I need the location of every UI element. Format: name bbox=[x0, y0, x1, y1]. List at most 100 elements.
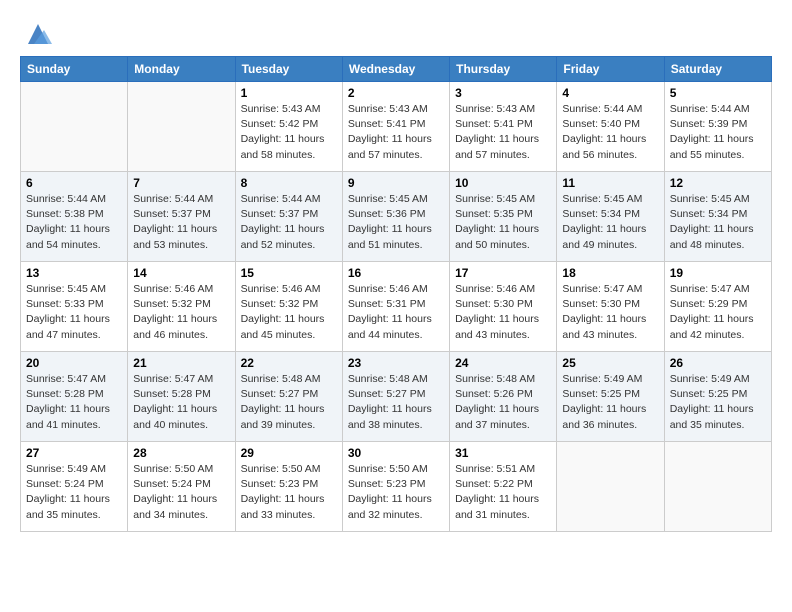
day-info: Sunrise: 5:48 AMSunset: 5:27 PMDaylight:… bbox=[241, 372, 337, 433]
day-number: 29 bbox=[241, 446, 337, 460]
calendar-cell: 25 Sunrise: 5:49 AMSunset: 5:25 PMDayligh… bbox=[557, 352, 664, 442]
calendar-cell: 9 Sunrise: 5:45 AMSunset: 5:36 PMDaylight… bbox=[342, 172, 449, 262]
calendar-cell: 23Sunrise: 5:48 AMSunset: 5:27 PMDayligh… bbox=[342, 352, 449, 442]
calendar-cell: 24 Sunrise: 5:48 AMSunset: 5:26 PMDayligh… bbox=[450, 352, 557, 442]
day-header-thursday: Thursday bbox=[450, 57, 557, 82]
calendar-cell bbox=[21, 82, 128, 172]
day-number: 21 bbox=[133, 356, 229, 370]
calendar-week-4: 20 Sunrise: 5:47 AMSunset: 5:28 PMDayligh… bbox=[21, 352, 772, 442]
day-number: 6 bbox=[26, 176, 122, 190]
day-info: Sunrise: 5:50 AMSunset: 5:23 PMDaylight:… bbox=[241, 462, 337, 523]
day-info: Sunrise: 5:45 AMSunset: 5:34 PMDaylight:… bbox=[670, 192, 766, 253]
day-info: Sunrise: 5:45 AMSunset: 5:36 PMDaylight:… bbox=[348, 192, 444, 253]
day-number: 26 bbox=[670, 356, 766, 370]
day-number: 12 bbox=[670, 176, 766, 190]
day-number: 13 bbox=[26, 266, 122, 280]
day-number: 16 bbox=[348, 266, 444, 280]
day-number: 28 bbox=[133, 446, 229, 460]
calendar-week-1: 1 Sunrise: 5:43 AMSunset: 5:42 PMDaylight… bbox=[21, 82, 772, 172]
day-info: Sunrise: 5:44 AMSunset: 5:39 PMDaylight:… bbox=[670, 102, 766, 163]
day-header-wednesday: Wednesday bbox=[342, 57, 449, 82]
calendar-cell: 15 Sunrise: 5:46 AMSunset: 5:32 PMDayligh… bbox=[235, 262, 342, 352]
day-info: Sunrise: 5:46 AMSunset: 5:30 PMDaylight:… bbox=[455, 282, 551, 343]
day-number: 15 bbox=[241, 266, 337, 280]
calendar-cell: 27Sunrise: 5:49 AMSunset: 5:24 PMDayligh… bbox=[21, 442, 128, 532]
header-row: SundayMondayTuesdayWednesdayThursdayFrid… bbox=[21, 57, 772, 82]
day-info: Sunrise: 5:45 AMSunset: 5:35 PMDaylight:… bbox=[455, 192, 551, 253]
calendar-cell: 7 Sunrise: 5:44 AMSunset: 5:37 PMDaylight… bbox=[128, 172, 235, 262]
day-number: 22 bbox=[241, 356, 337, 370]
calendar-week-3: 13 Sunrise: 5:45 AMSunset: 5:33 PMDayligh… bbox=[21, 262, 772, 352]
day-info: Sunrise: 5:47 AMSunset: 5:28 PMDaylight:… bbox=[133, 372, 229, 433]
day-header-friday: Friday bbox=[557, 57, 664, 82]
calendar-cell bbox=[664, 442, 771, 532]
day-info: Sunrise: 5:44 AMSunset: 5:40 PMDaylight:… bbox=[562, 102, 658, 163]
day-info: Sunrise: 5:47 AMSunset: 5:28 PMDaylight:… bbox=[26, 372, 122, 433]
day-info: Sunrise: 5:46 AMSunset: 5:31 PMDaylight:… bbox=[348, 282, 444, 343]
calendar-cell: 12 Sunrise: 5:45 AMSunset: 5:34 PMDayligh… bbox=[664, 172, 771, 262]
day-number: 30 bbox=[348, 446, 444, 460]
calendar-cell: 5 Sunrise: 5:44 AMSunset: 5:39 PMDaylight… bbox=[664, 82, 771, 172]
calendar-cell: 21 Sunrise: 5:47 AMSunset: 5:28 PMDayligh… bbox=[128, 352, 235, 442]
calendar-cell: 1 Sunrise: 5:43 AMSunset: 5:42 PMDaylight… bbox=[235, 82, 342, 172]
day-info: Sunrise: 5:45 AMSunset: 5:33 PMDaylight:… bbox=[26, 282, 122, 343]
day-info: Sunrise: 5:49 AMSunset: 5:25 PMDaylight:… bbox=[562, 372, 658, 433]
calendar-cell: 3 Sunrise: 5:43 AMSunset: 5:41 PMDaylight… bbox=[450, 82, 557, 172]
day-number: 17 bbox=[455, 266, 551, 280]
day-info: Sunrise: 5:46 AMSunset: 5:32 PMDaylight:… bbox=[241, 282, 337, 343]
day-info: Sunrise: 5:44 AMSunset: 5:37 PMDaylight:… bbox=[241, 192, 337, 253]
day-header-saturday: Saturday bbox=[664, 57, 771, 82]
day-number: 20 bbox=[26, 356, 122, 370]
calendar-cell: 26Sunrise: 5:49 AMSunset: 5:25 PMDayligh… bbox=[664, 352, 771, 442]
day-number: 18 bbox=[562, 266, 658, 280]
day-number: 7 bbox=[133, 176, 229, 190]
calendar-cell: 22 Sunrise: 5:48 AMSunset: 5:27 PMDayligh… bbox=[235, 352, 342, 442]
calendar-table: SundayMondayTuesdayWednesdayThursdayFrid… bbox=[20, 56, 772, 532]
day-number: 3 bbox=[455, 86, 551, 100]
day-info: Sunrise: 5:44 AMSunset: 5:38 PMDaylight:… bbox=[26, 192, 122, 253]
calendar-cell: 19 Sunrise: 5:47 AMSunset: 5:29 PMDayligh… bbox=[664, 262, 771, 352]
calendar-cell: 30 Sunrise: 5:50 AMSunset: 5:23 PMDayligh… bbox=[342, 442, 449, 532]
calendar-cell: 13 Sunrise: 5:45 AMSunset: 5:33 PMDayligh… bbox=[21, 262, 128, 352]
calendar-cell: 16 Sunrise: 5:46 AMSunset: 5:31 PMDayligh… bbox=[342, 262, 449, 352]
day-number: 9 bbox=[348, 176, 444, 190]
day-number: 8 bbox=[241, 176, 337, 190]
calendar-cell bbox=[557, 442, 664, 532]
day-info: Sunrise: 5:43 AMSunset: 5:42 PMDaylight:… bbox=[241, 102, 337, 163]
day-number: 1 bbox=[241, 86, 337, 100]
day-number: 2 bbox=[348, 86, 444, 100]
day-info: Sunrise: 5:51 AMSunset: 5:22 PMDaylight:… bbox=[455, 462, 551, 523]
calendar-week-2: 6 Sunrise: 5:44 AMSunset: 5:38 PMDaylight… bbox=[21, 172, 772, 262]
day-number: 11 bbox=[562, 176, 658, 190]
calendar-cell: 29 Sunrise: 5:50 AMSunset: 5:23 PMDayligh… bbox=[235, 442, 342, 532]
day-info: Sunrise: 5:47 AMSunset: 5:29 PMDaylight:… bbox=[670, 282, 766, 343]
day-info: Sunrise: 5:48 AMSunset: 5:26 PMDaylight:… bbox=[455, 372, 551, 433]
day-number: 31 bbox=[455, 446, 551, 460]
calendar-cell: 18Sunrise: 5:47 AMSunset: 5:30 PMDayligh… bbox=[557, 262, 664, 352]
day-number: 5 bbox=[670, 86, 766, 100]
logo bbox=[20, 20, 52, 48]
calendar-cell: 17 Sunrise: 5:46 AMSunset: 5:30 PMDayligh… bbox=[450, 262, 557, 352]
day-header-monday: Monday bbox=[128, 57, 235, 82]
day-info: Sunrise: 5:50 AMSunset: 5:24 PMDaylight:… bbox=[133, 462, 229, 523]
day-header-sunday: Sunday bbox=[21, 57, 128, 82]
page-header bbox=[20, 16, 772, 48]
calendar-cell: 6 Sunrise: 5:44 AMSunset: 5:38 PMDaylight… bbox=[21, 172, 128, 262]
day-info: Sunrise: 5:43 AMSunset: 5:41 PMDaylight:… bbox=[455, 102, 551, 163]
day-number: 19 bbox=[670, 266, 766, 280]
calendar-week-5: 27Sunrise: 5:49 AMSunset: 5:24 PMDayligh… bbox=[21, 442, 772, 532]
day-number: 25 bbox=[562, 356, 658, 370]
calendar-cell: 20 Sunrise: 5:47 AMSunset: 5:28 PMDayligh… bbox=[21, 352, 128, 442]
calendar-cell: 10Sunrise: 5:45 AMSunset: 5:35 PMDayligh… bbox=[450, 172, 557, 262]
calendar-cell: 4Sunrise: 5:44 AMSunset: 5:40 PMDaylight… bbox=[557, 82, 664, 172]
day-header-tuesday: Tuesday bbox=[235, 57, 342, 82]
calendar-cell: 28 Sunrise: 5:50 AMSunset: 5:24 PMDayligh… bbox=[128, 442, 235, 532]
day-number: 24 bbox=[455, 356, 551, 370]
calendar-cell bbox=[128, 82, 235, 172]
logo-icon bbox=[24, 20, 52, 48]
day-info: Sunrise: 5:50 AMSunset: 5:23 PMDaylight:… bbox=[348, 462, 444, 523]
day-info: Sunrise: 5:43 AMSunset: 5:41 PMDaylight:… bbox=[348, 102, 444, 163]
day-info: Sunrise: 5:44 AMSunset: 5:37 PMDaylight:… bbox=[133, 192, 229, 253]
calendar-cell: 14Sunrise: 5:46 AMSunset: 5:32 PMDayligh… bbox=[128, 262, 235, 352]
calendar-cell: 31 Sunrise: 5:51 AMSunset: 5:22 PMDayligh… bbox=[450, 442, 557, 532]
